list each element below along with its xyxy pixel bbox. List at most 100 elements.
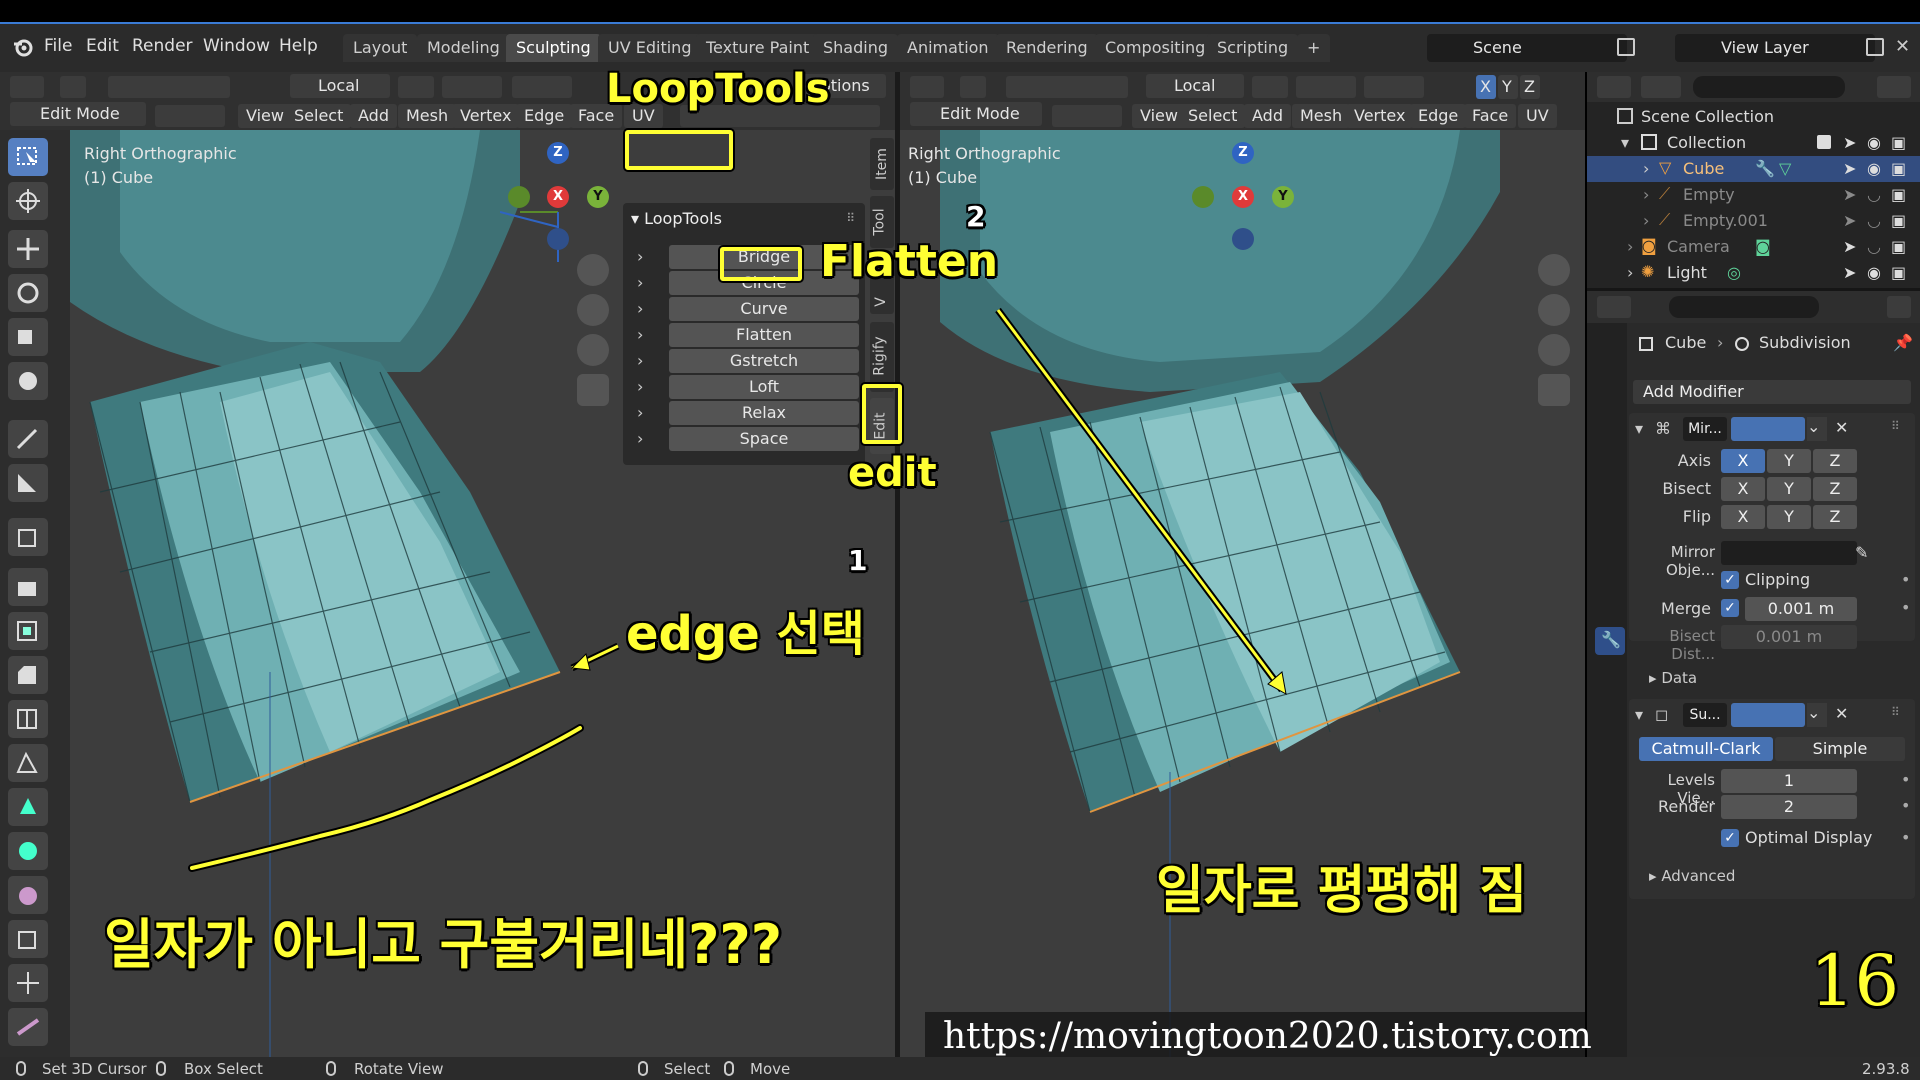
selectable-arrow-icon[interactable]: ➤ bbox=[1843, 237, 1856, 256]
expand-arrow-icon[interactable]: › bbox=[1627, 237, 1633, 256]
looptools-gstretch-button[interactable]: Gstretch bbox=[669, 349, 859, 373]
panel-drag-handle-icon[interactable]: ⠿ bbox=[846, 211, 855, 225]
selectable-arrow-icon[interactable]: ➤ bbox=[1843, 263, 1856, 282]
mirror-x-toggle[interactable]: X bbox=[1476, 75, 1496, 99]
selection-mode-icons[interactable] bbox=[108, 76, 230, 98]
hidden-eye-icon[interactable]: ◡ bbox=[1867, 211, 1881, 230]
looptools-flatten-button[interactable]: Flatten bbox=[669, 323, 859, 347]
scale-tool[interactable] bbox=[8, 318, 48, 356]
bisect-y-toggle[interactable]: Y bbox=[1767, 477, 1811, 501]
right-gizmo-z-axis[interactable]: Z bbox=[1232, 142, 1254, 164]
flip-z-toggle[interactable]: Z bbox=[1813, 505, 1857, 529]
render-camera-icon[interactable]: ▣ bbox=[1891, 185, 1906, 204]
tab-shading[interactable]: Shading bbox=[813, 34, 898, 62]
remove-modifier-icon[interactable]: ✕ bbox=[1835, 418, 1848, 437]
looptools-panel-header[interactable]: ▾ LoopTools bbox=[631, 209, 722, 228]
mirror-z-toggle[interactable]: Z bbox=[1520, 75, 1540, 99]
expand-chevron-icon[interactable]: › bbox=[637, 273, 657, 292]
pivot-icon[interactable] bbox=[398, 76, 434, 98]
menu-window[interactable]: Window bbox=[203, 36, 270, 56]
merge-distance-field[interactable]: 0.001 m bbox=[1745, 597, 1857, 621]
move-tool[interactable] bbox=[8, 230, 48, 268]
tab-layout[interactable]: Layout bbox=[343, 34, 418, 62]
right-menu-uv[interactable]: UV bbox=[1518, 104, 1557, 128]
expand-chevron-icon[interactable]: › bbox=[637, 325, 657, 344]
menu-select[interactable]: Select bbox=[286, 104, 352, 128]
selectable-arrow-icon[interactable]: ➤ bbox=[1843, 185, 1856, 204]
tool-tab-icon[interactable] bbox=[1595, 333, 1625, 361]
right-mode-dropdown[interactable]: Edit Mode bbox=[910, 102, 1042, 126]
add-cube-tool[interactable] bbox=[8, 518, 48, 556]
tab-sculpting[interactable]: Sculpting bbox=[506, 34, 601, 62]
proportional-edit-icon[interactable] bbox=[512, 76, 572, 98]
spin-tool[interactable] bbox=[8, 832, 48, 870]
add-modifier-dropdown[interactable]: Add Modifier bbox=[1633, 380, 1911, 404]
right-proportional-icon[interactable] bbox=[1364, 76, 1424, 98]
mirror-axis-icon[interactable] bbox=[1454, 76, 1474, 98]
optimal-display-checkbox[interactable]: ✓ bbox=[1721, 829, 1739, 847]
mirror-display-toggles[interactable] bbox=[1731, 417, 1805, 441]
right-menu-edge[interactable]: Edge bbox=[1410, 104, 1467, 128]
simple-toggle[interactable]: Simple bbox=[1775, 737, 1905, 761]
knife-tool[interactable] bbox=[8, 744, 48, 782]
mirror-y-toggle[interactable]: Y bbox=[1498, 75, 1518, 99]
object-tab-icon[interactable] bbox=[1595, 591, 1625, 619]
flip-y-toggle[interactable]: Y bbox=[1767, 505, 1811, 529]
sidebar-tab-rigify[interactable]: Rigify bbox=[870, 322, 894, 392]
zoom-icon[interactable] bbox=[577, 254, 609, 286]
sidebar-tab-item[interactable]: Item bbox=[870, 138, 894, 190]
properties-editor-icon[interactable] bbox=[1597, 296, 1631, 318]
transform-orientation-dropdown[interactable]: Local bbox=[290, 74, 390, 98]
expand-chevron-icon[interactable]: › bbox=[637, 377, 657, 396]
right-pivot-icon[interactable] bbox=[1252, 76, 1288, 98]
poly-build-tool[interactable] bbox=[8, 788, 48, 826]
expand-chevron-icon[interactable]: › bbox=[637, 429, 657, 448]
modifier-tab-icon[interactable]: 🔧 bbox=[1595, 627, 1625, 655]
selectable-arrow-icon[interactable]: ➤ bbox=[1843, 211, 1856, 230]
tab-scripting[interactable]: Scripting bbox=[1207, 34, 1299, 62]
render-camera-icon[interactable]: ▣ bbox=[1891, 263, 1906, 282]
gizmo-y-axis[interactable]: Y bbox=[587, 186, 609, 208]
axis-y-toggle[interactable]: Y bbox=[1767, 449, 1811, 473]
gizmo-neg-y-axis[interactable] bbox=[508, 186, 530, 208]
inset-tool[interactable] bbox=[8, 612, 48, 650]
pan-hand-icon[interactable] bbox=[577, 294, 609, 326]
display-mode-icon[interactable] bbox=[1641, 76, 1681, 98]
tab-uv-editing[interactable]: UV Editing bbox=[598, 34, 702, 62]
scene-selector[interactable]: Scene bbox=[1427, 34, 1627, 62]
mirror-name-field[interactable]: Mir... bbox=[1683, 417, 1727, 441]
shrink-fatten-tool[interactable] bbox=[8, 964, 48, 1002]
right-snap-icon[interactable] bbox=[1296, 76, 1356, 98]
remove-modifier-icon[interactable]: ✕ bbox=[1835, 704, 1848, 723]
right-select-tool-icon[interactable] bbox=[960, 76, 986, 98]
gizmo-x-axis[interactable]: X bbox=[547, 186, 569, 208]
render-tab-icon[interactable] bbox=[1595, 373, 1625, 401]
render-levels-field[interactable]: 2 bbox=[1721, 795, 1857, 819]
annotate-tool[interactable] bbox=[8, 420, 48, 458]
particles-tab-icon[interactable] bbox=[1595, 663, 1625, 691]
outliner-item-empty[interactable]: › ⟋ Empty ➤ ◡ ▣ bbox=[1587, 182, 1920, 208]
menu-add[interactable]: Add bbox=[350, 104, 397, 128]
properties-options-icon[interactable] bbox=[1887, 296, 1911, 318]
mode-dropdown[interactable]: Edit Mode bbox=[10, 102, 146, 126]
view-layer-selector[interactable]: View Layer bbox=[1675, 34, 1875, 62]
gizmo-z-axis[interactable]: Z bbox=[547, 142, 569, 164]
cursor-tool[interactable] bbox=[8, 182, 48, 220]
drag-handle-icon[interactable]: ⠿ bbox=[1891, 705, 1900, 719]
add-workspace-button[interactable]: + bbox=[1297, 34, 1331, 62]
right-menu-mesh[interactable]: Mesh bbox=[1292, 104, 1351, 128]
bevel-tool[interactable] bbox=[8, 656, 48, 694]
data-tab-icon[interactable] bbox=[1595, 771, 1625, 799]
render-camera-icon[interactable]: ▣ bbox=[1891, 133, 1906, 152]
right-editor-type-icon[interactable] bbox=[910, 76, 944, 98]
visibility-eye-icon[interactable]: ◉ bbox=[1867, 263, 1881, 282]
looptools-relax-button[interactable]: Relax bbox=[669, 401, 859, 425]
render-camera-icon[interactable]: ▣ bbox=[1891, 211, 1906, 230]
expand-chevron-icon[interactable]: › bbox=[637, 299, 657, 318]
view-layer-new-icon[interactable] bbox=[1866, 38, 1884, 56]
select-box-tool[interactable] bbox=[8, 138, 48, 176]
right-menu-add[interactable]: Add bbox=[1244, 104, 1291, 128]
material-tab-icon[interactable] bbox=[1595, 807, 1625, 835]
axis-z-toggle[interactable]: Z bbox=[1813, 449, 1857, 473]
scene-new-icon[interactable] bbox=[1617, 38, 1635, 56]
